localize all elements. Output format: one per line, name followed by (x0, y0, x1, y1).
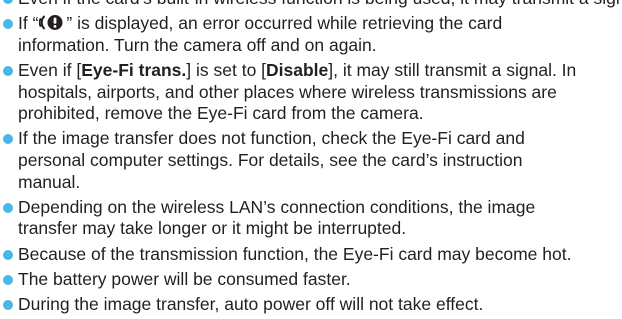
list-item: During the image transfer, auto power of… (0, 294, 622, 316)
error-icon (39, 15, 63, 31)
note-line: If the image transfer does not function,… (18, 128, 525, 149)
bullet-dot-icon (3, 0, 13, 4)
bullet-dot-icon (3, 134, 13, 145)
bullet-dot-icon (3, 249, 13, 260)
note-text: If “ (18, 13, 39, 34)
list-item: Even if [Eye-Fi trans.] is set to [Disab… (0, 60, 622, 125)
list-item: Because of the transmission function, th… (0, 244, 622, 266)
note-line: If “ ” is displayed, an error occurred wh… (18, 13, 622, 35)
bullet-dot-icon (3, 202, 13, 213)
note-line: Even if the card’s built-in wireless fun… (18, 0, 622, 10)
note-text: ], it may still transmit a signal. In (328, 59, 577, 80)
note-line: Depending on the wireless LAN’s connecti… (18, 196, 536, 217)
notes-list: Even if the card’s built-in wireless fun… (0, 0, 622, 319)
bullet-dot-icon (3, 299, 13, 310)
note-text: ] is set to [ (186, 59, 267, 80)
list-item: If the image transfer does not function,… (0, 128, 622, 193)
note-line: During the image transfer, auto power of… (18, 293, 484, 314)
note-line: information. Turn the camera off and on … (18, 34, 377, 55)
bullet-dot-icon (3, 65, 13, 76)
list-item: Even if the card’s built-in wireless fun… (0, 0, 622, 10)
note-text: ” is displayed, an error occurred while … (66, 13, 503, 34)
setting-name: Eye-Fi trans. (81, 59, 187, 80)
note-line: prohibited, remove the Eye-Fi card from … (18, 103, 424, 124)
note-line: hospitals, airports, and other places wh… (18, 81, 557, 102)
list-item: The battery power will be consumed faste… (0, 269, 622, 291)
note-line: transfer may take longer or it might be … (18, 218, 407, 239)
note-line: The battery power will be consumed faste… (18, 268, 351, 289)
bullet-dot-icon (3, 274, 13, 285)
list-item: If “ ” is displayed, an error occurred wh… (0, 13, 622, 56)
note-line: personal computer settings. For details,… (18, 149, 523, 170)
bullet-dot-icon (3, 19, 13, 30)
note-text: Even if [ (18, 59, 82, 80)
note-line: Because of the transmission function, th… (18, 243, 572, 264)
setting-value: Disable (266, 59, 329, 80)
note-line: Even if [Eye-Fi trans.] is set to [Disab… (18, 60, 622, 82)
note-line: manual. (18, 171, 81, 192)
list-item: Depending on the wireless LAN’s connecti… (0, 197, 622, 240)
